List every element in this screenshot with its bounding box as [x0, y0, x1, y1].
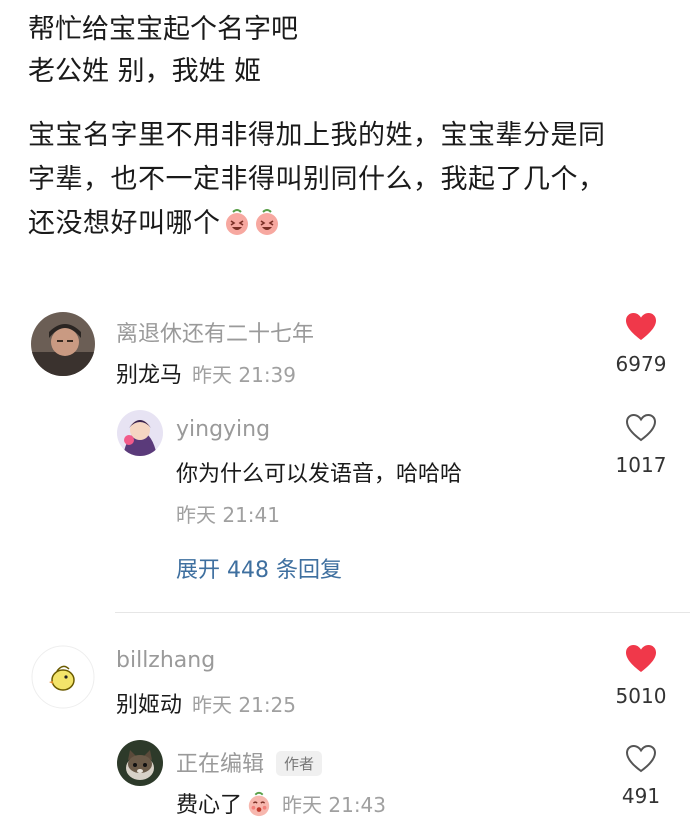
post: 帮忙给宝宝起个名字吧 老公姓 别，我姓 姬 宝宝名字里不用非得加上我的姓，宝宝辈… — [28, 10, 668, 246]
comment-username[interactable]: 离退休还有二十七年 — [116, 316, 314, 348]
comment-username-row: 正在编辑 作者 — [176, 746, 323, 778]
comment-username[interactable]: yingying — [176, 417, 270, 442]
heart-filled-icon — [626, 313, 656, 340]
comment-text-row: 别龙马 昨天 21:39 — [116, 357, 296, 389]
like-count: 5010 — [615, 684, 667, 708]
like-count: 491 — [621, 784, 661, 808]
like-button[interactable]: 6979 — [606, 312, 676, 376]
person-photo-icon — [31, 312, 95, 376]
like-button[interactable]: 1017 — [606, 413, 676, 477]
avatar[interactable] — [31, 312, 95, 376]
comment-time: 昨天 21:25 — [192, 693, 297, 717]
like-count: 1017 — [615, 453, 667, 477]
avatar[interactable] — [117, 740, 163, 786]
like-count: 6979 — [615, 352, 667, 376]
laughing-emoji-icon — [225, 209, 248, 235]
comment-text[interactable]: 别龙马 — [116, 363, 182, 388]
post-body-line-last: 还没想好叫哪个 — [28, 202, 668, 246]
post-body-line: 宝宝名字里不用非得加上我的姓，宝宝辈分是同 — [28, 120, 606, 151]
comment-text[interactable]: 你为什么可以发语音，哈哈哈 — [176, 456, 462, 488]
comment-time: 昨天 21:41 — [176, 503, 280, 527]
post-body-line: 字辈，也不一定非得叫别同什么，我起了几个， — [28, 164, 606, 195]
like-button[interactable]: 491 — [606, 744, 676, 808]
avatar[interactable] — [31, 645, 95, 709]
comment-text-row: 费心了 昨天 21:43 — [176, 787, 386, 819]
laughing-emoji-icon — [255, 209, 278, 235]
divider — [115, 612, 690, 613]
comment-text[interactable]: 别姬动 — [116, 693, 182, 718]
comment-time: 昨天 21:39 — [192, 363, 297, 387]
comment-time: 昨天 21:43 — [282, 793, 387, 817]
avatar[interactable] — [117, 410, 163, 456]
cartoon-girl-icon — [117, 410, 163, 456]
comment-username[interactable]: billzhang — [116, 648, 215, 673]
yellow-chick-icon — [31, 645, 95, 709]
post-body-text: 还没想好叫哪个 — [28, 208, 221, 239]
post-title: 帮忙给宝宝起个名字吧 — [28, 14, 298, 45]
post-subtitle: 老公姓 别，我姓 姬 — [28, 56, 262, 87]
heart-outline-icon — [625, 413, 657, 442]
comment-text-row: 别姬动 昨天 21:25 — [116, 687, 296, 719]
heart-filled-icon — [626, 645, 656, 672]
post-body: 宝宝名字里不用非得加上我的姓，宝宝辈分是同 字辈，也不一定非得叫别同什么，我起了… — [28, 114, 668, 246]
expand-replies-link[interactable]: 展开 448 条回复 — [176, 552, 342, 584]
heart-outline-icon — [625, 744, 657, 773]
like-button[interactable]: 5010 — [606, 644, 676, 708]
comment-username[interactable]: 正在编辑 — [176, 752, 264, 777]
comment-text[interactable]: 费心了 — [176, 793, 242, 818]
shy-emoji-icon — [248, 791, 270, 817]
cat-photo-icon — [117, 740, 163, 786]
author-badge: 作者 — [276, 751, 323, 776]
